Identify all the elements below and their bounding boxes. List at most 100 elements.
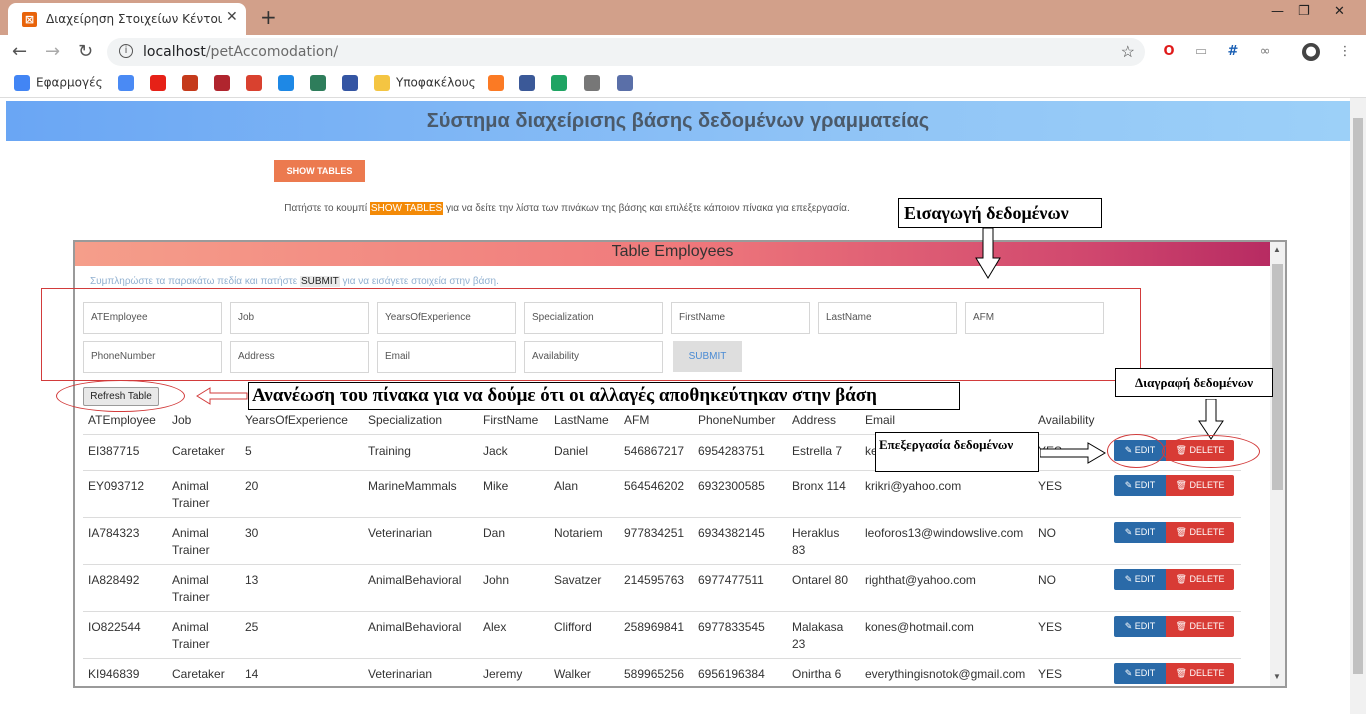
bookmark-item[interactable] (278, 75, 300, 91)
table-cell: 6977477511 (698, 573, 764, 587)
bookmark-item[interactable]: Υποφακέλους (374, 75, 476, 91)
menu-kebab-icon[interactable]: ⋮ (1336, 43, 1354, 61)
table-cell: 5 (245, 444, 252, 458)
table-cell: Animal (172, 479, 209, 493)
column-header: ATEmployee (88, 413, 156, 427)
grid-extension-icon[interactable]: # (1224, 43, 1242, 61)
bookmark-item[interactable] (310, 75, 332, 91)
table-cell: Caretaker (172, 667, 225, 681)
table-cell: righthat@yahoo.com (865, 573, 976, 587)
wordreference-icon (182, 75, 198, 91)
table-cell: Veterinarian (368, 526, 433, 540)
table-cell: 20 (245, 479, 259, 493)
refresh-arrow-icon (196, 387, 248, 405)
scroll-up-icon[interactable]: ▲ (1273, 245, 1281, 254)
page-viewport: Σύστημα διαχείρισης βάσης δεδομένων γραμ… (0, 98, 1366, 714)
column-header: Availability (1038, 413, 1095, 427)
row-divider (83, 658, 1241, 659)
restore-icon[interactable]: ❐ (1298, 4, 1310, 19)
table-cell: MarineMammals (368, 479, 457, 493)
table-cell: everythingisnotok@gmail.com (865, 667, 1026, 681)
translate-icon (118, 75, 134, 91)
table-cell: Mike (483, 479, 509, 493)
table-cell: John (483, 573, 510, 587)
bookmarks-bar: Εφαρμογές Υποφακέλους (0, 69, 1366, 98)
edit-button[interactable]: ✎ EDIT (1114, 616, 1166, 637)
xampp-icon (488, 75, 504, 91)
table-cell: Bronx 114 (792, 479, 846, 493)
column-header: AFM (624, 413, 650, 427)
forward-arrow-icon[interactable]: → (45, 41, 60, 62)
table-cell: 977834251 (624, 526, 685, 540)
instr-highlight: SUBMIT (299, 276, 340, 287)
edit-button[interactable]: ✎ EDIT (1114, 663, 1166, 684)
bookmark-item[interactable] (214, 75, 236, 91)
reload-icon[interactable]: ↻ (78, 41, 93, 62)
edit-label: EDIT (1134, 480, 1156, 490)
insert-arrow-icon (975, 228, 1001, 279)
column-header: YearsOfExperience (245, 413, 348, 427)
hint-before: Πατήστε το κουμπί (284, 203, 370, 214)
bookmark-item[interactable] (246, 75, 268, 91)
profile-avatar[interactable]: ● (1302, 43, 1320, 61)
link-extension-icon[interactable]: ∞ (1256, 43, 1274, 61)
scroll-down-icon[interactable]: ▼ (1273, 672, 1281, 681)
browser-tab[interactable]: ⊠ Διαχείρηση Στοιχείων Κέντου φ ✕ (8, 3, 246, 35)
window-close-icon[interactable]: ✕ (1334, 4, 1345, 19)
bookmark-item[interactable] (488, 75, 510, 91)
delete-label: DELETE (1189, 574, 1225, 584)
column-header: FirstName (483, 413, 539, 427)
page-scrollbar[interactable] (1350, 98, 1366, 714)
edit-button[interactable]: ✎ EDIT (1114, 569, 1166, 590)
table-cell: 6932300585 (698, 479, 765, 493)
page-scroll-thumb[interactable] (1353, 118, 1363, 674)
edit-button[interactable]: ✎ EDIT (1114, 475, 1166, 496)
frame-scroll-thumb[interactable] (1272, 264, 1283, 490)
bookmark-item[interactable] (617, 75, 639, 91)
table-cell: Notariem (554, 526, 603, 540)
delete-button[interactable]: 🗑 DELETE (1166, 569, 1234, 590)
table-cell: 6977833545 (698, 620, 765, 634)
show-tables-button[interactable]: SHOW TABLES (274, 160, 365, 182)
table-cell: Onirtha 6 (792, 667, 842, 681)
instr-after: για να εισάγετε στοιχεία στην βάση. (339, 276, 499, 287)
tab-title: Διαχείρηση Στοιχείων Κέντου φ (46, 12, 222, 26)
p-icon (278, 75, 294, 91)
table-cell: IA828492 (88, 573, 140, 587)
table-cell: 83 (792, 543, 806, 557)
edit-label: EDIT (1134, 574, 1156, 584)
table-cell: Jeremy (483, 667, 523, 681)
delete-button[interactable]: 🗑 DELETE (1166, 663, 1234, 684)
frame-title-bar: Table Employees (75, 242, 1270, 266)
back-arrow-icon[interactable]: ← (12, 41, 27, 62)
bookmark-item[interactable] (519, 75, 541, 91)
delete-button[interactable]: 🗑 DELETE (1166, 616, 1234, 637)
bookmark-item[interactable]: Εφαρμογές (14, 75, 103, 91)
new-tab-button[interactable]: + (260, 5, 277, 29)
delete-button[interactable]: 🗑 DELETE (1166, 522, 1234, 543)
table-cell: 546867217 (624, 444, 685, 458)
minimize-icon[interactable]: — (1271, 4, 1284, 19)
table-cell: 6934382145 (698, 526, 765, 540)
bookmark-item[interactable] (150, 75, 172, 91)
frame-scrollbar[interactable]: ▲ ▼ (1270, 242, 1285, 686)
table-cell: YES (1038, 667, 1063, 681)
column-header: LastName (554, 413, 609, 427)
bookmark-item[interactable] (118, 75, 140, 91)
extension-icon[interactable]: ▭ (1192, 43, 1210, 61)
delete-data-annotation: Διαγραφή δεδομένων (1115, 368, 1273, 397)
column-header: Job (172, 413, 192, 427)
bookmark-item[interactable] (182, 75, 204, 91)
bookmark-star-icon[interactable]: ☆ (1121, 42, 1135, 62)
bookmark-item[interactable] (551, 75, 573, 91)
hint-after: για να δείτε την λίστα των πινάκων της β… (443, 203, 850, 214)
tab-close-icon[interactable]: ✕ (226, 9, 238, 25)
trash-icon: 🗑 (1175, 668, 1190, 678)
address-bar[interactable]: i localhost/petAccomodation/ ☆ (107, 38, 1145, 66)
opera-extension-icon[interactable]: O (1160, 43, 1178, 61)
bookmark-item[interactable] (342, 75, 364, 91)
edit-button[interactable]: ✎ EDIT (1114, 522, 1166, 543)
bookmark-item[interactable] (584, 75, 606, 91)
info-icon[interactable]: i (119, 44, 133, 58)
delete-button[interactable]: 🗑 DELETE (1166, 475, 1234, 496)
